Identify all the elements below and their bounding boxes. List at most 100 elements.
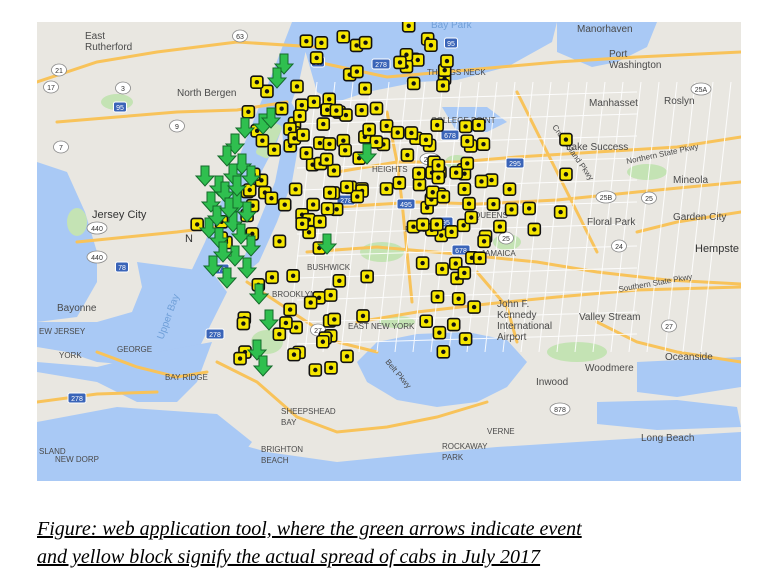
cab-marker[interactable] <box>504 202 519 217</box>
cab-marker[interactable] <box>527 222 542 237</box>
cab-marker[interactable] <box>430 217 444 232</box>
cab-marker[interactable] <box>340 349 354 364</box>
cab-marker[interactable] <box>559 132 573 147</box>
cab-marker[interactable] <box>338 143 352 158</box>
cab-marker[interactable] <box>440 54 454 68</box>
cab-marker[interactable] <box>451 291 466 306</box>
cab-marker[interactable] <box>412 166 426 181</box>
cab-marker[interactable] <box>392 176 407 190</box>
cab-marker[interactable] <box>460 134 475 148</box>
cab-marker[interactable] <box>295 216 309 231</box>
cab-marker[interactable] <box>393 55 407 70</box>
cab-marker[interactable] <box>323 185 337 200</box>
cab-marker[interactable] <box>444 225 459 239</box>
cab-marker[interactable] <box>436 345 451 359</box>
cab-marker[interactable] <box>430 289 445 304</box>
cab-marker[interactable] <box>522 201 536 216</box>
cab-marker[interactable] <box>324 360 338 375</box>
cab-marker[interactable] <box>277 197 292 212</box>
cab-marker[interactable] <box>316 334 330 349</box>
cab-marker[interactable] <box>472 251 487 266</box>
cab-marker[interactable] <box>327 163 341 178</box>
cab-marker[interactable] <box>553 205 568 219</box>
cab-marker[interactable] <box>264 191 279 206</box>
cab-marker[interactable] <box>329 103 344 118</box>
cab-marker[interactable] <box>306 197 320 212</box>
cab-marker[interactable] <box>327 312 342 327</box>
cab-marker[interactable] <box>400 148 415 162</box>
cab-marker[interactable] <box>358 81 372 96</box>
cab-marker[interactable] <box>322 137 337 151</box>
cab-marker[interactable] <box>296 128 310 142</box>
cab-marker[interactable] <box>406 76 421 91</box>
cab-marker[interactable] <box>430 118 444 132</box>
cab-marker[interactable] <box>436 189 451 204</box>
cab-marker[interactable] <box>486 197 501 211</box>
cab-marker[interactable] <box>255 133 270 148</box>
cab-marker[interactable] <box>401 22 416 33</box>
cab-marker[interactable] <box>265 270 279 285</box>
cab-marker[interactable] <box>308 363 323 377</box>
cab-marker[interactable] <box>559 167 573 182</box>
cab-marker[interactable] <box>431 170 446 185</box>
cab-marker[interactable] <box>379 182 394 196</box>
cab-marker[interactable] <box>502 182 517 197</box>
cab-marker[interactable] <box>319 152 334 167</box>
cab-marker[interactable] <box>316 117 331 131</box>
cab-marker[interactable] <box>431 158 446 173</box>
map-canvas[interactable]: East RutherfordNorth BergenJersey CityBay… <box>37 22 741 481</box>
cab-marker[interactable] <box>313 214 327 229</box>
cab-marker[interactable] <box>462 196 476 211</box>
cab-marker[interactable] <box>404 126 419 140</box>
cab-marker[interactable] <box>279 316 293 330</box>
cab-marker[interactable] <box>339 180 354 194</box>
cab-marker[interactable] <box>332 274 347 288</box>
cab-marker[interactable] <box>233 351 247 366</box>
cab-marker[interactable] <box>369 135 384 149</box>
cab-marker[interactable] <box>272 234 287 249</box>
cab-marker[interactable] <box>299 34 314 48</box>
cab-marker[interactable] <box>320 201 335 216</box>
cab-marker[interactable] <box>458 119 473 134</box>
cab-marker[interactable] <box>274 101 289 116</box>
cab-marker[interactable] <box>288 182 303 197</box>
cab-marker[interactable] <box>369 101 384 116</box>
cab-marker[interactable] <box>350 64 364 79</box>
cab-marker[interactable] <box>314 36 329 50</box>
cab-marker[interactable] <box>411 53 425 67</box>
cab-marker[interactable] <box>435 262 449 276</box>
cab-marker[interactable] <box>286 268 300 283</box>
cab-marker[interactable] <box>356 309 370 323</box>
cab-marker[interactable] <box>358 35 373 50</box>
cab-marker[interactable] <box>419 133 433 147</box>
cab-marker[interactable] <box>467 300 481 314</box>
cab-marker[interactable] <box>307 95 321 109</box>
cab-marker[interactable] <box>360 269 374 284</box>
cab-marker[interactable] <box>303 295 318 310</box>
cab-marker[interactable] <box>323 288 338 302</box>
cab-marker[interactable] <box>419 314 434 329</box>
cab-marker[interactable] <box>446 317 461 332</box>
cab-marker[interactable] <box>309 51 324 65</box>
cab-marker[interactable] <box>464 210 479 225</box>
map-view[interactable]: East Rutherford North Bergen Jersey City Bay… <box>37 22 741 481</box>
cab-marker[interactable] <box>432 325 447 340</box>
cab-marker[interactable] <box>267 142 281 157</box>
cab-marker[interactable] <box>379 119 394 133</box>
cab-marker[interactable] <box>236 316 251 331</box>
cab-marker[interactable] <box>493 219 507 234</box>
cab-marker[interactable] <box>412 177 427 192</box>
cab-marker[interactable] <box>476 137 491 152</box>
cab-marker[interactable] <box>424 38 438 53</box>
cab-marker[interactable] <box>283 302 297 317</box>
cab-marker[interactable] <box>287 347 301 362</box>
cab-marker[interactable] <box>354 103 369 118</box>
cab-marker[interactable] <box>436 78 450 93</box>
cab-marker[interactable] <box>241 104 256 119</box>
cab-marker[interactable] <box>471 118 486 132</box>
cab-marker[interactable] <box>460 156 475 171</box>
cab-marker[interactable] <box>336 29 351 44</box>
cab-marker[interactable] <box>474 174 489 189</box>
cab-marker[interactable] <box>292 109 307 123</box>
cab-marker[interactable] <box>362 122 376 137</box>
